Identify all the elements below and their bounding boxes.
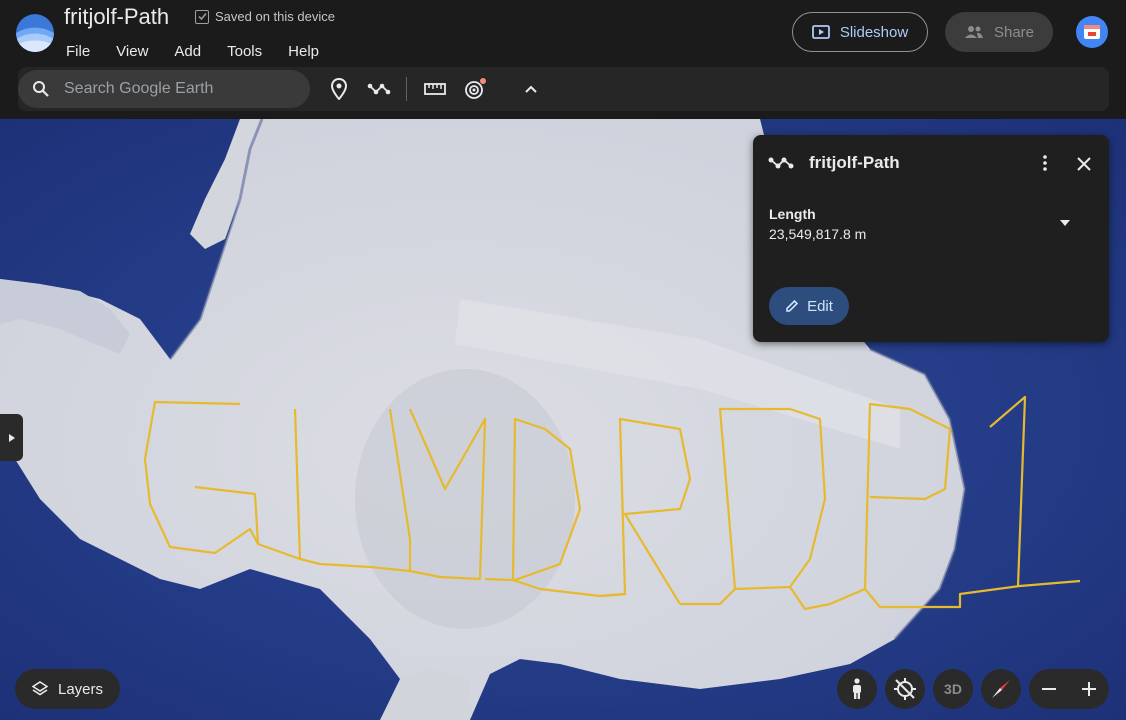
path-icon — [367, 83, 391, 95]
compass-button[interactable] — [981, 669, 1021, 709]
caret-down-icon — [1060, 220, 1070, 226]
search-icon — [33, 81, 49, 97]
slideshow-label: Slideshow — [839, 23, 909, 41]
plus-icon — [1082, 682, 1096, 696]
panel-title: fritjolf-Path — [809, 153, 900, 172]
place-marker-icon — [330, 78, 348, 100]
location-disabled-icon — [894, 678, 916, 700]
layers-label: Layers — [57, 680, 104, 698]
menu-help[interactable]: Help — [288, 43, 319, 60]
menu-tools[interactable]: Tools — [227, 43, 262, 60]
menu-add[interactable]: Add — [174, 43, 201, 60]
toggle-3d-button[interactable]: 3D — [933, 669, 973, 709]
more-vert-icon — [1043, 155, 1047, 171]
measurement-unit-dropdown[interactable] — [1055, 215, 1075, 231]
caret-right-icon — [8, 433, 15, 442]
menu-file[interactable]: File — [66, 43, 90, 60]
app-window-icon — [1084, 25, 1100, 39]
ruler-icon — [424, 83, 446, 95]
voyager-button[interactable] — [463, 77, 487, 101]
save-status: Saved on this device — [195, 9, 335, 24]
edit-label: Edit — [807, 297, 833, 315]
zoom-in-button[interactable] — [1069, 669, 1109, 709]
earth-logo-icon — [16, 14, 54, 52]
close-panel-button[interactable] — [1073, 153, 1095, 175]
account-avatar[interactable] — [1076, 16, 1108, 48]
search-box[interactable] — [18, 70, 310, 108]
feature-info-panel: fritjolf-Path Length 23,549,817.8 m Edit — [753, 135, 1109, 342]
pencil-icon — [786, 299, 799, 312]
layers-icon — [31, 681, 48, 696]
draw-path-button[interactable] — [367, 77, 391, 101]
zoom-out-button[interactable] — [1029, 669, 1069, 709]
chevron-up-icon — [525, 85, 537, 93]
edit-button[interactable]: Edit — [769, 287, 849, 325]
save-status-label: Saved on this device — [215, 9, 335, 24]
collapse-toolbar-button[interactable] — [519, 77, 543, 101]
orbit-icon — [465, 78, 486, 99]
slideshow-button[interactable]: Slideshow — [792, 12, 928, 52]
project-title[interactable]: fritjolf-Path — [64, 4, 169, 30]
street-view-button[interactable] — [837, 669, 877, 709]
google-earth-logo[interactable] — [16, 14, 54, 52]
measure-button[interactable] — [423, 77, 447, 101]
add-placemark-button[interactable] — [327, 77, 351, 101]
share-button[interactable]: Share — [945, 12, 1053, 52]
share-label: Share — [993, 23, 1035, 41]
more-options-button[interactable] — [1035, 153, 1055, 173]
zoom-controls — [1029, 669, 1109, 709]
people-icon — [964, 26, 983, 38]
minus-icon — [1042, 688, 1056, 690]
menu-bar: File View Add Tools Help — [66, 43, 345, 60]
length-label: Length — [769, 206, 816, 222]
pegman-icon — [853, 678, 861, 699]
menu-view[interactable]: View — [116, 43, 148, 60]
my-location-button[interactable] — [885, 669, 925, 709]
search-input[interactable] — [62, 79, 296, 99]
slideshow-icon — [811, 25, 830, 39]
compass-icon — [992, 680, 1010, 698]
length-value: 23,549,817.8 m — [769, 226, 867, 242]
layers-button[interactable]: Layers — [15, 669, 120, 709]
checkbox-saved-icon — [195, 9, 209, 24]
close-icon — [1077, 157, 1091, 171]
expand-sidebar-button[interactable] — [0, 414, 23, 461]
path-icon — [768, 157, 794, 169]
toolbar-divider — [406, 77, 407, 101]
